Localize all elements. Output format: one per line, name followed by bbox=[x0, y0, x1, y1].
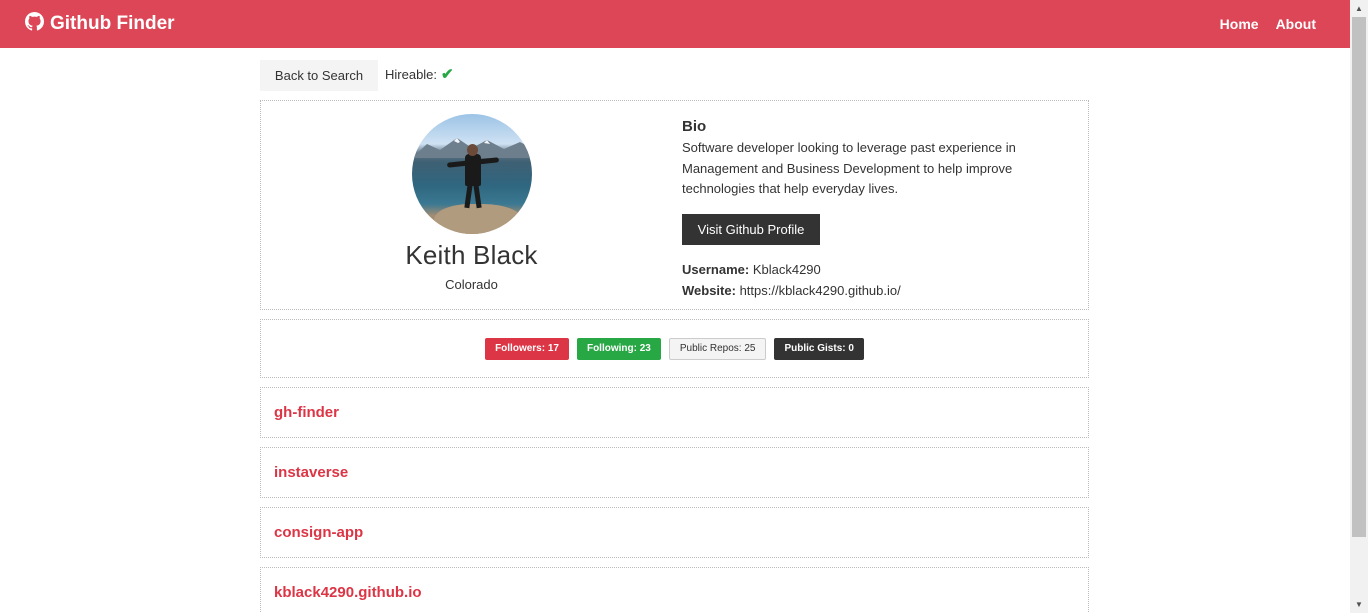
username-label: Username: bbox=[682, 261, 750, 277]
github-icon bbox=[25, 11, 44, 37]
scroll-thumb[interactable] bbox=[1352, 17, 1366, 537]
profile-details: Bio Software developer looking to levera… bbox=[682, 101, 1022, 309]
person-head-graphic bbox=[466, 144, 478, 156]
public-gists-badge: Public Gists: 0 bbox=[774, 337, 864, 360]
nav-about-link[interactable]: About bbox=[1276, 16, 1316, 32]
user-name: Keith Black bbox=[405, 240, 538, 270]
visit-github-profile-button[interactable]: Visit Github Profile bbox=[682, 213, 820, 245]
back-to-search-button[interactable]: Back to Search bbox=[260, 60, 378, 91]
hireable-label: Hireable: bbox=[385, 66, 438, 82]
profile-summary: Keith Black Colorado bbox=[261, 101, 682, 309]
profile-card: Keith Black Colorado Bio Software develo… bbox=[260, 100, 1089, 310]
stats-card: Followers: 17 Following: 23 Public Repos… bbox=[260, 319, 1089, 378]
username-value: Kblack4290 bbox=[752, 261, 821, 277]
hireable-status: Hireable: ✔ bbox=[385, 65, 454, 83]
check-icon: ✔ bbox=[441, 66, 454, 83]
website-value: https://kblack4290.github.io/ bbox=[739, 282, 901, 298]
avatar bbox=[411, 114, 532, 234]
rock-graphic bbox=[433, 204, 524, 234]
navbar: Github Finder Home About bbox=[0, 0, 1350, 48]
repo-item: gh-finder bbox=[260, 387, 1089, 438]
bio-text: Software developer looking to leverage p… bbox=[682, 140, 1016, 196]
vertical-scrollbar[interactable]: ▲ ▼ bbox=[1350, 0, 1368, 613]
website-row: Website: https://kblack4290.github.io/ bbox=[682, 280, 1022, 301]
website-label: Website: bbox=[682, 282, 736, 298]
repo-item: instaverse bbox=[260, 447, 1089, 498]
public-repos-badge: Public Repos: 25 bbox=[668, 337, 767, 360]
scroll-down-arrow-icon[interactable]: ▼ bbox=[1350, 596, 1368, 613]
nav-links: Home About bbox=[1220, 16, 1316, 32]
repo-item: consign-app bbox=[260, 507, 1089, 558]
repo-link[interactable]: kblack4290.github.io bbox=[274, 584, 422, 601]
top-row: Back to Search Hireable: ✔ bbox=[260, 60, 1089, 91]
repo-link[interactable]: instaverse bbox=[274, 464, 348, 481]
bio-title: Bio bbox=[682, 118, 707, 135]
scroll-up-arrow-icon[interactable]: ▲ bbox=[1350, 0, 1368, 17]
user-location: Colorado bbox=[445, 277, 498, 292]
repo-link[interactable]: consign-app bbox=[274, 524, 363, 541]
user-meta: Username: Kblack4290 Website: https://kb… bbox=[682, 259, 1022, 301]
followers-badge: Followers: 17 bbox=[485, 337, 569, 360]
following-badge: Following: 23 bbox=[576, 337, 661, 360]
repo-link[interactable]: gh-finder bbox=[274, 404, 339, 421]
repo-item: kblack4290.github.io bbox=[260, 567, 1089, 613]
main-container: Back to Search Hireable: ✔ Keith Black C… bbox=[260, 60, 1089, 613]
nav-home-link[interactable]: Home bbox=[1220, 16, 1259, 32]
brand-title: Github Finder bbox=[50, 13, 175, 34]
person-body-graphic bbox=[464, 154, 481, 186]
brand-link[interactable]: Github Finder bbox=[25, 11, 175, 37]
username-row: Username: Kblack4290 bbox=[682, 259, 1022, 280]
